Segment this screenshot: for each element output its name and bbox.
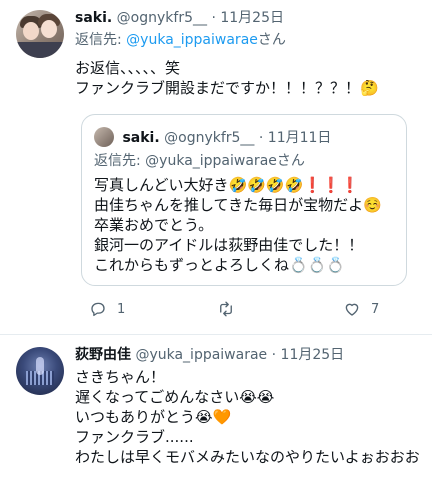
quoted-display-name: saki. <box>122 130 160 146</box>
retweet-icon <box>220 301 232 317</box>
tweet-body: 荻野由佳 @yuka_ippaiwarae · 11月25日 さきちゃん！ 遅く… <box>75 345 424 467</box>
tweet-date[interactable]: 11月25日 <box>220 10 284 26</box>
retweet-button[interactable] <box>217 300 245 318</box>
reply-to: 返信先: @yuka_ippaiwaraeさん <box>75 30 420 50</box>
quoted-tweet-header: saki. @ognykfr5__ · 11月11日 <box>94 127 331 148</box>
user-handle[interactable]: @yuka_ippaiwarae <box>135 347 267 363</box>
tweet-text-line: ファンクラブ...... <box>75 428 194 446</box>
avatar-face-left <box>23 22 39 40</box>
quoted-tweet-date: 11月11日 <box>267 130 332 146</box>
user-handle[interactable]: @ognykfr5__ <box>117 10 207 26</box>
tweet-text-line: いつもありがとう😭🧡 <box>75 408 232 426</box>
reply-button[interactable]: 1 <box>89 300 125 318</box>
like-button[interactable]: 7 <box>343 300 379 318</box>
reply-icon <box>91 302 105 317</box>
reply-mention: @yuka_ippaiwarae <box>145 153 277 169</box>
separator-dot: · <box>258 130 264 146</box>
quoted-user-handle: @ognykfr5__ <box>164 130 255 146</box>
reply-suffix: さん <box>276 153 305 169</box>
quoted-avatar <box>94 127 114 147</box>
quoted-text-line: 由佳ちゃんを推してきた毎日が宝物だよ☺️ <box>94 196 382 214</box>
tweet-text-line: さきちゃん！ <box>75 368 166 386</box>
tweet-text-line: 遅くなってごめんなさい😭😭 <box>75 388 275 406</box>
quoted-reply-to: 返信先: @yuka_ippaiwaraeさん <box>94 151 305 171</box>
reply-prefix: 返信先: <box>75 32 127 48</box>
reply-count: 1 <box>117 301 126 317</box>
quoted-text-line: これからもずっとよろしくね💍💍💍 <box>94 256 346 274</box>
quoted-text-line: 卒業おめでとう。 <box>94 216 214 234</box>
avatar[interactable] <box>16 10 64 58</box>
avatar-face-right <box>41 20 57 38</box>
separator-dot: · <box>271 347 277 363</box>
quoted-text-line: 写真しんどい大好き🤣🤣🤣🤣❗❗❗ <box>94 176 360 194</box>
separator-dot: · <box>211 10 216 26</box>
reply-tweet[interactable]: saki. @ognykfr5__ · 11月25日 返信先: @yuka_ip… <box>0 0 432 335</box>
tweet-text-line: わたしは早くモバメみたいなのやりたいよぉおおお <box>75 448 420 466</box>
heart-icon <box>345 303 359 316</box>
quoted-tweet[interactable]: saki. @ognykfr5__ · 11月11日 返信先: @yuka_ip… <box>81 114 407 286</box>
display-name[interactable]: 荻野由佳 <box>75 347 131 363</box>
tweet-text-line: お返信、、、、、笑 <box>75 59 181 77</box>
display-name[interactable]: saki. <box>75 10 112 26</box>
avatar-performer <box>36 357 44 375</box>
avatar-body <box>16 42 64 58</box>
tweet-text: お返信、、、、、笑 ファンクラブ開設まだですか！！！？？！🤔 <box>75 58 420 98</box>
tweet-header: saki. @ognykfr5__ · 11月25日 <box>75 8 420 28</box>
tweet-text-line: ファンクラブ開設まだですか！！！？？！🤔 <box>75 79 379 97</box>
tweet-body: saki. @ognykfr5__ · 11月25日 返信先: @yuka_ip… <box>75 8 420 98</box>
reply-prefix: 返信先: <box>94 153 146 169</box>
quoted-tweet-text: 写真しんどい大好き🤣🤣🤣🤣❗❗❗ 由佳ちゃんを推してきた毎日が宝物だよ☺️ 卒業… <box>94 175 382 275</box>
reply-suffix: さん <box>257 32 286 48</box>
tweet-text: さきちゃん！ 遅くなってごめんなさい😭😭 いつもありがとう😭🧡 ファンクラブ..… <box>75 367 424 467</box>
tweet-actions: 1 7 <box>75 300 405 322</box>
tweet-header: 荻野由佳 @yuka_ippaiwarae · 11月25日 <box>75 345 424 365</box>
like-count: 7 <box>371 301 380 317</box>
avatar[interactable] <box>16 347 64 395</box>
reply-mention-link[interactable]: @yuka_ippaiwarae <box>126 32 258 48</box>
reply-tweet[interactable]: 荻野由佳 @yuka_ippaiwarae · 11月25日 さきちゃん！ 遅く… <box>0 335 432 478</box>
tweet-date[interactable]: 11月25日 <box>281 347 345 363</box>
quoted-text-line: 銀河一のアイドルは荻野由佳でした！！ <box>94 236 364 254</box>
